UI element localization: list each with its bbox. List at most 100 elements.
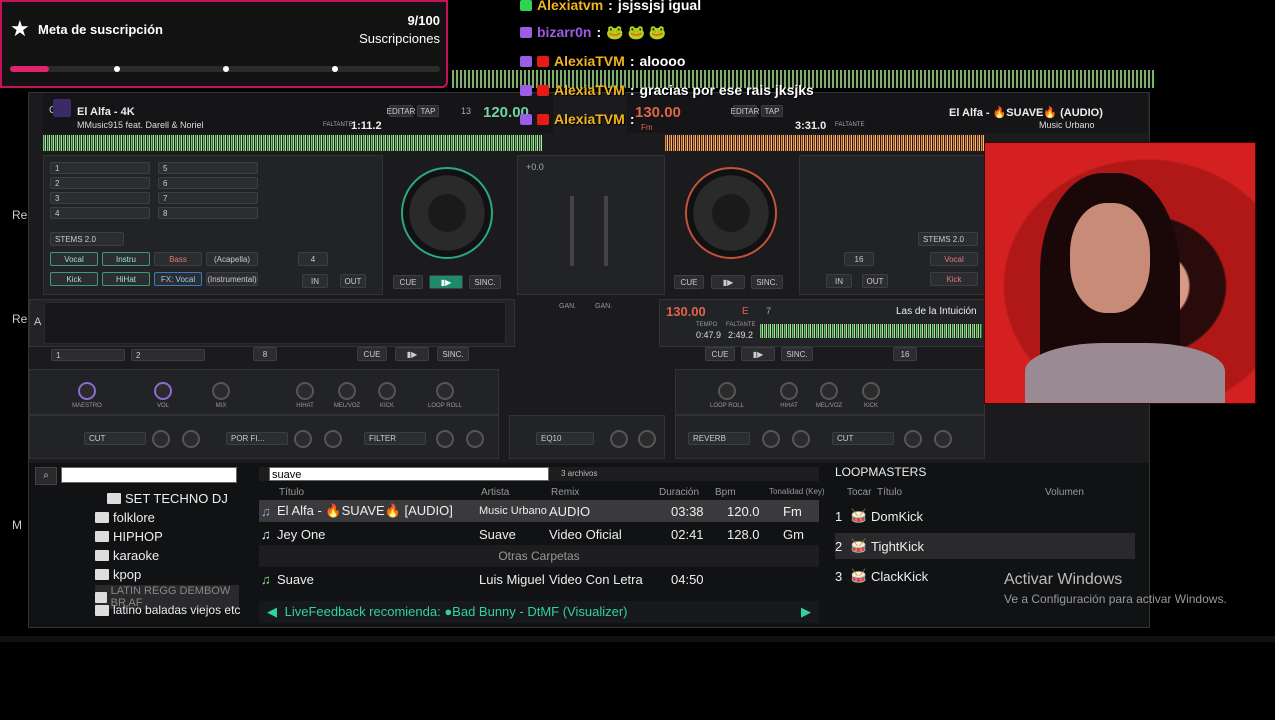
eq-select[interactable]: EQ10 — [536, 432, 594, 445]
deck-a-cue-button[interactable]: CUE — [357, 347, 387, 361]
deck-b-loop-size[interactable]: 16 — [893, 347, 917, 361]
folder-item[interactable]: latino baladas viejos etc — [95, 603, 240, 617]
hotcue-pad[interactable]: 2 — [131, 349, 205, 361]
column-header[interactable]: Tocar — [847, 487, 871, 498]
sample-row[interactable]: 2 🥁 TightKick — [835, 533, 1135, 559]
stem-pad-instrumental[interactable]: (Instrumental) — [206, 272, 258, 286]
deck-left-play-button[interactable]: ▮▶ — [429, 275, 463, 289]
track-row[interactable]: ♫ El Alfa - 🔥SUAVE🔥 [AUDIO] Music Urbano… — [259, 500, 819, 522]
hotcue-pad[interactable]: 6 — [158, 177, 258, 189]
folder-item[interactable]: kpop — [95, 567, 141, 582]
eq-knob-32hz[interactable] — [610, 430, 628, 448]
arrow-right-icon[interactable]: ▶ — [801, 601, 811, 623]
column-header[interactable]: Volumen — [1045, 487, 1084, 498]
deck-b-cue-button[interactable]: CUE — [705, 347, 735, 361]
deck-b-sync-button[interactable]: SINC. — [781, 347, 813, 361]
channel-fader-right[interactable] — [604, 196, 608, 266]
fx-select-reverb[interactable]: REVERB — [688, 432, 750, 445]
len-knob[interactable] — [934, 430, 952, 448]
mix-knob[interactable] — [212, 382, 230, 400]
stem-pad-vocal[interactable]: Vocal — [930, 252, 978, 266]
loop-size[interactable]: 4 — [298, 252, 328, 266]
str-knob[interactable] — [904, 430, 922, 448]
dec-knob[interactable] — [792, 430, 810, 448]
hotcue-pad[interactable]: 3 — [50, 192, 150, 204]
loop-in-button[interactable]: IN — [302, 274, 328, 288]
master-knob[interactable] — [78, 382, 96, 400]
search-icon[interactable]: ⌕ — [35, 467, 57, 485]
track-row[interactable]: ♫ Jey One Suave Video Oficial 02:41 128.… — [259, 523, 819, 545]
edit-button[interactable]: EDITAR — [387, 105, 415, 117]
hotcue-pad[interactable]: 2 — [50, 177, 150, 189]
stem-pad-acapella[interactable]: (Acapella) — [206, 252, 258, 266]
column-header[interactable]: Duración — [659, 487, 699, 498]
deck-a-waveform[interactable] — [44, 302, 506, 344]
deck-b-waveform[interactable] — [760, 324, 982, 338]
tap-button[interactable]: TAP — [417, 105, 439, 117]
fx-select-cut[interactable]: CUT — [832, 432, 894, 445]
deck-left-cue-button[interactable]: CUE — [393, 275, 423, 289]
deck-right-sync-button[interactable]: SINC. — [751, 275, 783, 289]
deck-a-loop-size[interactable]: 8 — [253, 347, 277, 361]
stems-dropdown[interactable]: STEMS 2.0 — [50, 232, 124, 246]
track-row[interactable]: ♫ Suave Luis Miguel Video Con Letra 04:5… — [259, 568, 819, 590]
column-header[interactable]: Título — [877, 487, 902, 498]
folder-item[interactable]: karaoke — [95, 548, 159, 563]
fx-select-cut[interactable]: CUT — [84, 432, 146, 445]
kick-knob[interactable] — [378, 382, 396, 400]
fx-select-filter[interactable]: FILTER — [364, 432, 426, 445]
stem-pad-bass[interactable]: Bass — [154, 252, 202, 266]
hotcue-pad[interactable]: 5 — [158, 162, 258, 174]
hihat-knob[interactable] — [296, 382, 314, 400]
vol-knob[interactable] — [154, 382, 172, 400]
tap-button[interactable]: TAP — [761, 105, 783, 117]
deck-right-cue-button[interactable]: CUE — [674, 275, 704, 289]
loop-out-button[interactable]: OUT — [340, 274, 366, 288]
column-header[interactable]: Bpm — [715, 487, 736, 498]
str-knob[interactable] — [152, 430, 170, 448]
hihat-knob[interactable] — [780, 382, 798, 400]
stem-pad-instru[interactable]: Instru — [102, 252, 150, 266]
drum-icon[interactable]: 🥁 — [847, 568, 871, 584]
str-knob[interactable] — [294, 430, 312, 448]
stem-pad-kick[interactable]: Kick — [50, 272, 98, 286]
folder-item[interactable]: HIPHOP — [95, 529, 163, 544]
loop-roll-knob[interactable] — [436, 382, 454, 400]
drum-icon[interactable]: 🥁 — [847, 538, 871, 554]
deck-a-play-button[interactable]: ▮▶ — [395, 347, 429, 361]
kick-knob[interactable] — [862, 382, 880, 400]
hotcue-pad[interactable]: 8 — [158, 207, 258, 219]
folder-filter-input[interactable] — [61, 467, 237, 483]
deck-right-waveform[interactable] — [665, 135, 985, 151]
column-header[interactable]: Tonalidad (Key) — [769, 487, 825, 496]
sample-row[interactable]: 1 🥁 DomKick — [835, 503, 1135, 529]
hotcue-pad[interactable]: 4 — [50, 207, 150, 219]
melvoz-knob[interactable] — [820, 382, 838, 400]
column-header[interactable]: Artista — [481, 487, 509, 498]
deck-left-jogwheel[interactable] — [401, 167, 493, 259]
stem-pad-vocal[interactable]: Vocal — [50, 252, 98, 266]
deck-left-waveform[interactable] — [43, 135, 543, 151]
column-header[interactable]: Título — [279, 487, 304, 498]
loop-in-button[interactable]: IN — [826, 274, 852, 288]
arrow-left-icon[interactable]: ◀ — [267, 604, 277, 619]
stem-pad-fx-vocal[interactable]: FX: Vocal — [154, 272, 202, 286]
stems-dropdown[interactable]: STEMS 2.0 — [918, 232, 978, 246]
deck-right-play-button[interactable]: ▮▶ — [711, 275, 745, 289]
hotcue-pad[interactable]: 7 — [158, 192, 258, 204]
loop-roll-knob[interactable] — [718, 382, 736, 400]
stem-pad-kick[interactable]: Kick — [930, 272, 978, 286]
folder-item[interactable]: SET TECHNO DJ — [107, 491, 228, 506]
file-search-input[interactable]: suave — [269, 467, 549, 481]
column-header[interactable]: Remix — [551, 487, 579, 498]
edit-button[interactable]: EDITAR — [731, 105, 759, 117]
loop-size[interactable]: 16 — [844, 252, 874, 266]
deck-left-sync-button[interactable]: SINC. — [469, 275, 501, 289]
eq-knob-53hz[interactable] — [638, 430, 656, 448]
fx-select-porfi[interactable]: POR FI... — [226, 432, 288, 445]
type-knob[interactable] — [324, 430, 342, 448]
hotcue-pad[interactable]: 1 — [50, 162, 150, 174]
deck-right-jogwheel[interactable] — [685, 167, 777, 259]
loop-out-button[interactable]: OUT — [862, 274, 888, 288]
folder-item[interactable]: folklore — [95, 510, 155, 525]
